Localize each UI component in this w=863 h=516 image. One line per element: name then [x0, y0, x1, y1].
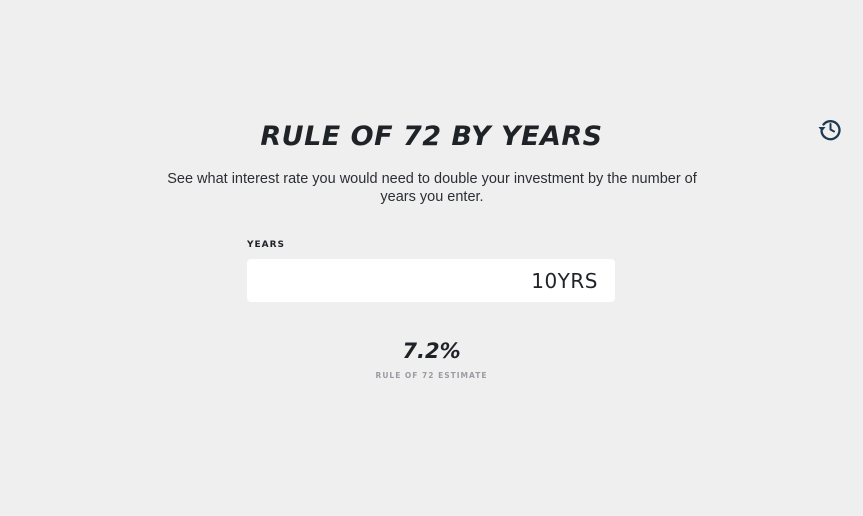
result-label: RULE OF 72 ESTIMATE: [375, 371, 488, 380]
years-input-value: 10YRS: [531, 268, 598, 293]
page-title: RULE OF 72 BY YEARS: [260, 121, 603, 152]
result-value: 7.2%: [402, 339, 461, 363]
years-input[interactable]: 10YRS: [247, 259, 615, 302]
page-description: See what interest rate you would need to…: [167, 171, 697, 205]
years-label: YEARS: [247, 240, 286, 250]
